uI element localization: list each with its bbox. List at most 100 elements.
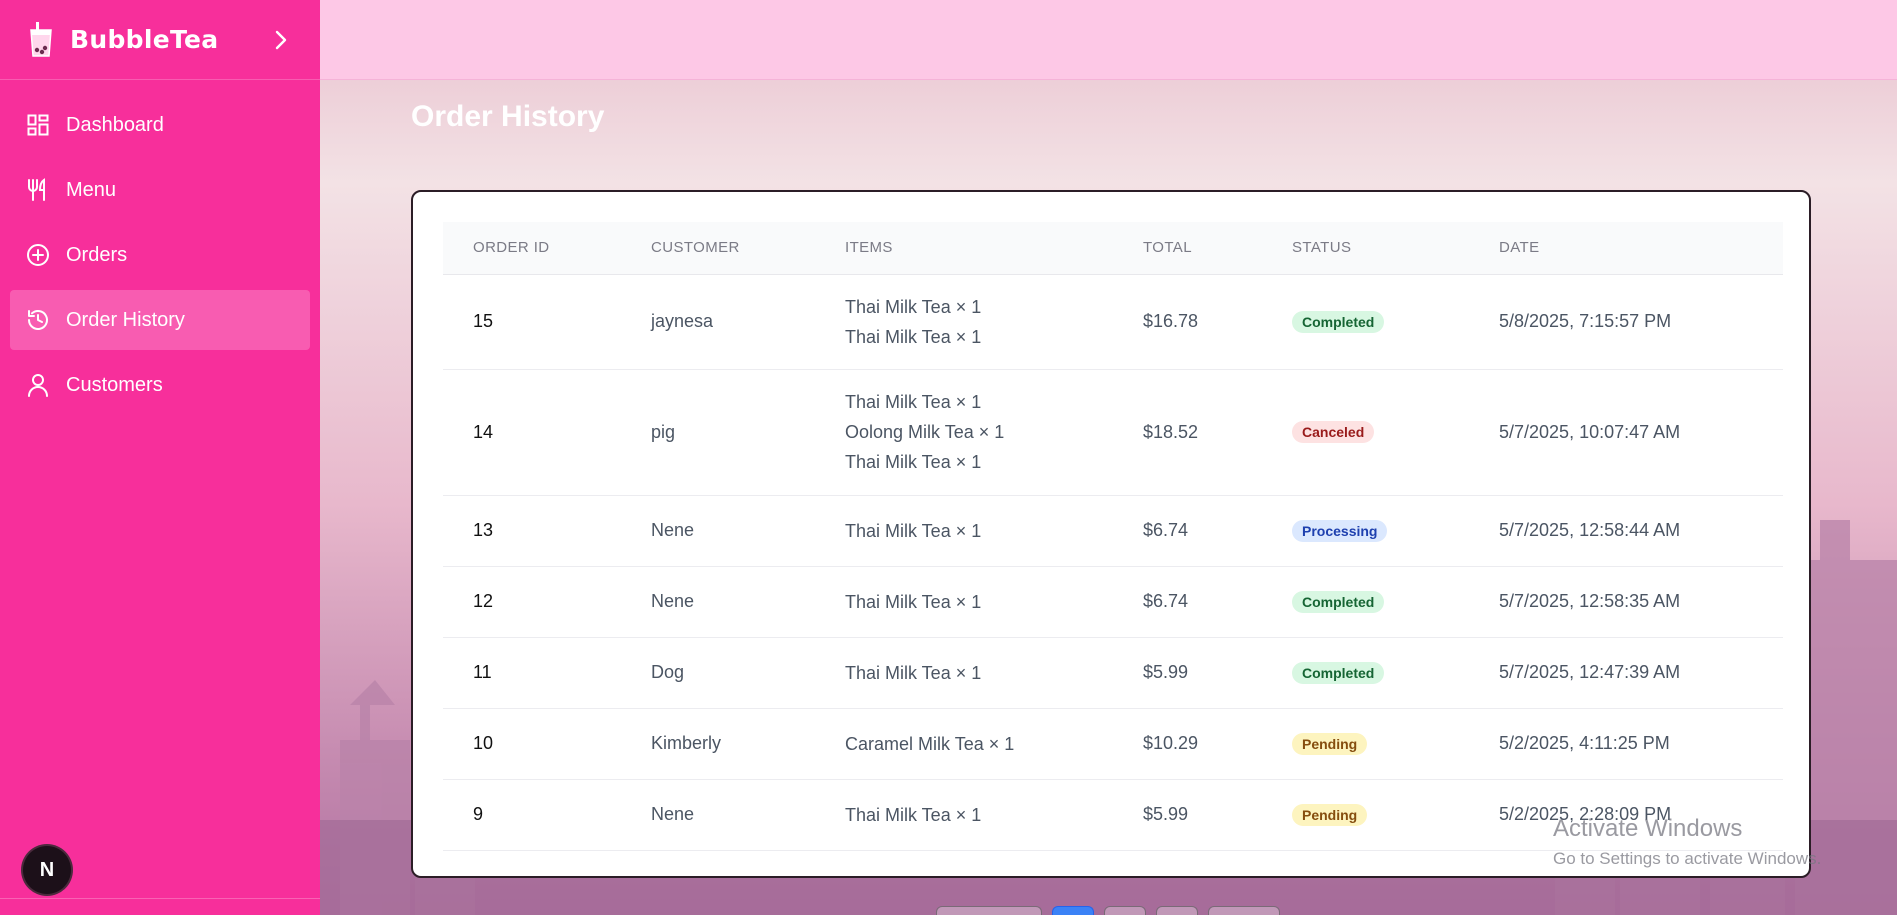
order-items: Thai Milk Tea × 1 Oolong Milk Tea × 1 Th…	[815, 369, 1113, 495]
order-items: Thai Milk Tea × 1	[815, 779, 1113, 850]
column-header-order-id[interactable]: ORDER ID	[443, 222, 621, 274]
watermark-title: Activate Windows	[1553, 815, 1743, 842]
pagination-prev-button[interactable]	[936, 906, 1042, 915]
customer-name: pig	[651, 421, 676, 442]
order-id: 15	[473, 311, 494, 331]
top-bar	[320, 0, 1897, 80]
table-header-row: ORDER ID CUSTOMER ITEMS TOTAL STATUS DAT…	[443, 222, 1783, 274]
pagination-page-current[interactable]	[1052, 906, 1094, 915]
order-total: $6.74	[1143, 520, 1189, 540]
customer-name: Nene	[651, 520, 695, 540]
dashboard-grid-icon	[26, 113, 50, 137]
order-history-card: ORDER ID CUSTOMER ITEMS TOTAL STATUS DAT…	[411, 190, 1811, 878]
order-status: Processing	[1262, 495, 1469, 566]
order-items: Thai Milk Tea × 1 Thai Milk Tea × 1	[815, 274, 1113, 369]
sidebar-item-dashboard[interactable]: Dashboard	[10, 95, 310, 155]
order-date: 5/8/2025, 7:15:57 PM	[1499, 311, 1672, 331]
user-icon	[26, 373, 50, 397]
order-total: $16.78	[1143, 311, 1199, 331]
order-total: $6.74	[1143, 591, 1189, 611]
pagination	[936, 906, 1280, 915]
order-date: 5/7/2025, 12:47:39 AM	[1499, 662, 1681, 682]
activate-windows-watermark: Activate Windows Go to Settings to activ…	[1553, 815, 1821, 869]
order-date: 5/7/2025, 10:07:47 AM	[1499, 421, 1681, 442]
order-item: Thai Milk Tea × 1	[845, 662, 982, 683]
order-items: Caramel Milk Tea × 1	[815, 708, 1113, 779]
customer-name: Nene	[651, 804, 695, 824]
customer-name: Kimberly	[651, 733, 722, 753]
avatar[interactable]: N	[23, 846, 71, 894]
sidebar: BubbleTea Dashboard Menu Orders Order Hi…	[0, 0, 320, 915]
order-total: $18.52	[1143, 421, 1199, 442]
order-status: Pending	[1262, 779, 1469, 850]
customer-name: Nene	[651, 591, 695, 611]
order-status: Canceled	[1262, 369, 1469, 495]
brand-header: BubbleTea	[0, 0, 320, 80]
order-status: Pending	[1262, 708, 1469, 779]
order-id: 13	[473, 520, 494, 540]
sidebar-item-label: Menu	[66, 178, 117, 201]
page-title: Order History	[411, 100, 605, 133]
utensils-icon	[26, 178, 50, 202]
column-header-items[interactable]: ITEMS	[815, 222, 1113, 274]
brand-name: BubbleTea	[70, 25, 219, 54]
table-row[interactable]: 11 Dog Thai Milk Tea × 1 $5.99 Completed…	[443, 637, 1783, 708]
history-icon	[26, 308, 50, 332]
customer-name: jaynesa	[651, 311, 714, 331]
order-item: Thai Milk Tea × 1	[845, 296, 982, 317]
sidebar-item-orders[interactable]: Orders	[10, 225, 310, 285]
order-id: 9	[473, 804, 484, 824]
status-badge: Processing	[1292, 519, 1388, 542]
sidebar-item-label: Customers	[66, 373, 163, 396]
column-header-total[interactable]: TOTAL	[1113, 222, 1262, 274]
status-badge: Completed	[1292, 590, 1385, 613]
order-status: Completed	[1262, 637, 1469, 708]
plus-circle-icon	[26, 243, 50, 267]
table-row[interactable]: 15 jaynesa Thai Milk Tea × 1 Thai Milk T…	[443, 274, 1783, 369]
status-badge: Pending	[1292, 732, 1368, 755]
order-item: Thai Milk Tea × 1	[845, 326, 982, 347]
sidebar-divider	[0, 898, 320, 899]
order-id: 10	[473, 733, 494, 753]
order-id: 11	[473, 662, 492, 682]
order-id: 14	[473, 421, 494, 442]
collapse-sidebar-button[interactable]	[266, 25, 296, 55]
table-row[interactable]: 13 Nene Thai Milk Tea × 1 $6.74 Processi…	[443, 495, 1783, 566]
table-row[interactable]: 10 Kimberly Caramel Milk Tea × 1 $10.29 …	[443, 708, 1783, 779]
order-item: Thai Milk Tea × 1	[845, 804, 982, 825]
order-total: $5.99	[1143, 804, 1189, 824]
chevron-right-icon	[275, 30, 287, 49]
order-items: Thai Milk Tea × 1	[815, 566, 1113, 637]
main-content: Order History ORDER ID CUSTOMER ITEMS TO…	[320, 0, 1897, 915]
sidebar-item-label: Orders	[66, 243, 128, 266]
status-badge: Pending	[1292, 803, 1368, 826]
sidebar-item-customers[interactable]: Customers	[10, 355, 310, 415]
order-status: Completed	[1262, 274, 1469, 369]
order-item: Thai Milk Tea × 1	[845, 520, 982, 541]
order-item: Thai Milk Tea × 1	[845, 452, 982, 472]
order-date: 5/2/2025, 4:11:25 PM	[1499, 733, 1670, 753]
sidebar-item-label: Order History	[66, 308, 185, 331]
pagination-next-button[interactable]	[1208, 906, 1280, 915]
column-header-status[interactable]: STATUS	[1262, 222, 1469, 274]
column-header-date[interactable]: DATE	[1469, 222, 1783, 274]
order-items: Thai Milk Tea × 1	[815, 637, 1113, 708]
status-badge: Completed	[1292, 310, 1385, 333]
sidebar-item-order-history[interactable]: Order History	[10, 290, 310, 350]
order-date: 5/7/2025, 12:58:35 AM	[1499, 591, 1681, 611]
table-row[interactable]: 14 pig Thai Milk Tea × 1 Oolong Milk Tea…	[443, 369, 1783, 495]
order-items: Thai Milk Tea × 1	[815, 495, 1113, 566]
order-item: Thai Milk Tea × 1	[845, 392, 982, 412]
sidebar-nav: Dashboard Menu Orders Order History Cust…	[0, 80, 320, 415]
pagination-page-button[interactable]	[1104, 906, 1146, 915]
order-total: $10.29	[1143, 733, 1199, 753]
table-row[interactable]: 12 Nene Thai Milk Tea × 1 $6.74 Complete…	[443, 566, 1783, 637]
column-header-customer[interactable]: CUSTOMER	[621, 222, 815, 274]
pagination-page-button[interactable]	[1156, 906, 1198, 915]
sidebar-item-menu[interactable]: Menu	[10, 160, 310, 220]
watermark-subtitle: Go to Settings to activate Windows.	[1553, 849, 1822, 868]
order-status: Completed	[1262, 566, 1469, 637]
order-item: Oolong Milk Tea × 1	[845, 422, 1005, 442]
customer-name: Dog	[651, 662, 685, 682]
orders-table: ORDER ID CUSTOMER ITEMS TOTAL STATUS DAT…	[443, 222, 1783, 851]
